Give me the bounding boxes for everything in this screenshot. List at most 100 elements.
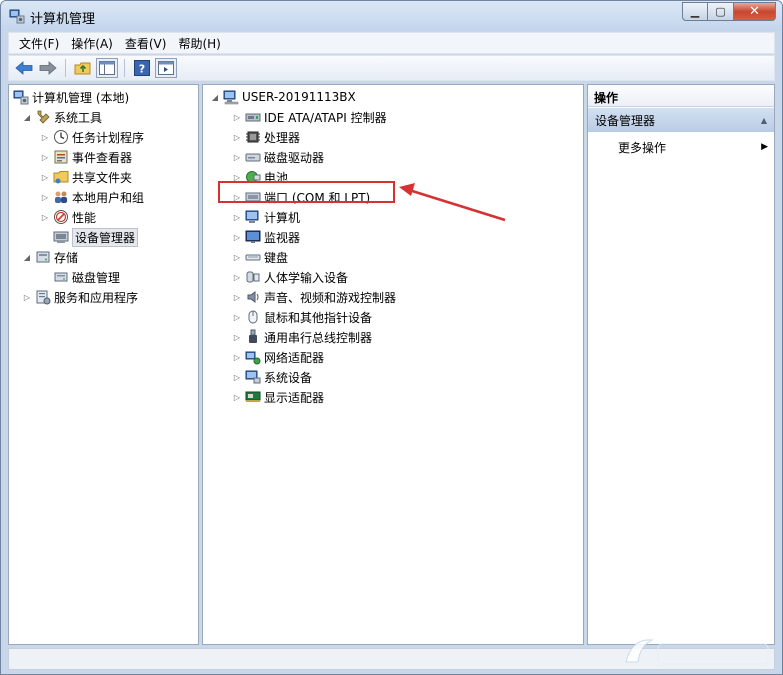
more-actions-label: 更多操作 [618, 140, 667, 155]
expand-arrow-icon[interactable]: ▷ [231, 111, 243, 123]
shared-folder-icon [53, 171, 69, 184]
device-category-item[interactable]: ▷ 监视器 [231, 227, 300, 247]
device-category-item[interactable]: ▷ 人体学输入设备 [231, 267, 348, 287]
expand-arrow-icon[interactable]: ▷ [39, 191, 51, 203]
expand-arrow-icon[interactable]: ▷ [39, 131, 51, 143]
event-viewer-icon [54, 150, 68, 164]
toolbar-separator [65, 59, 66, 77]
console-tree-item[interactable]: ▷ 事件查看器 [39, 147, 132, 167]
device-category-label: 网络适配器 [264, 350, 325, 365]
expand-arrow-icon[interactable]: ◢ [209, 91, 221, 103]
up-level-button[interactable] [72, 58, 94, 78]
console-tree-item[interactable]: ▷ 任务计划程序 [39, 127, 144, 147]
console-tree-item[interactable]: 设备管理器 [39, 227, 139, 247]
expand-arrow-icon[interactable]: ▷ [231, 391, 243, 403]
expand-arrow-icon[interactable]: ▷ [231, 291, 243, 303]
computer-management-icon [13, 90, 29, 105]
device-category-item[interactable]: ▷ 键盘 [231, 247, 288, 267]
expand-arrow-icon[interactable]: ▷ [231, 211, 243, 223]
console-tree-label: 本地用户和组 [72, 190, 145, 205]
window-title: 计算机管理 [30, 12, 96, 27]
expand-arrow-icon[interactable]: ▷ [231, 251, 243, 263]
console-tree-item[interactable]: ▷ 服务和应用程序 [21, 287, 138, 307]
console-tree-item[interactable]: ◢ 存储 [21, 247, 78, 267]
console-tree-item[interactable]: 计算机管理 (本地) [11, 87, 129, 107]
minimize-button[interactable]: ▁ [682, 2, 708, 21]
console-tree-item[interactable]: ▷ 本地用户和组 [39, 187, 144, 207]
actions-section-device-manager[interactable]: 设备管理器 ▲ [588, 108, 774, 132]
computer-management-window: 计算机管理 ▁ ▢ ✕ 文件(F) 操作(A) 查看(V) 帮助(H) ? 计算… [0, 0, 783, 675]
usb-icon [249, 329, 257, 343]
menu-view[interactable]: 查看(V) [119, 35, 173, 52]
show-hide-console-tree-button[interactable] [96, 58, 118, 78]
console-tree-item[interactable]: ▷ 共享文件夹 [39, 167, 132, 187]
disk-management-icon [54, 272, 68, 282]
maximize-icon: ▢ [715, 5, 726, 18]
device-tree-root[interactable]: ◢ USER-20191113BX [209, 87, 356, 107]
users-icon [55, 191, 67, 203]
device-category-label: 显示适配器 [264, 390, 325, 405]
more-actions-item[interactable]: 更多操作 ▶ [618, 137, 768, 157]
close-button[interactable]: ✕ [734, 2, 776, 21]
watermark-logo-icon [625, 639, 769, 665]
device-category-item[interactable]: ▷ 显示适配器 [231, 387, 324, 407]
menu-action[interactable]: 操作(A) [65, 35, 119, 52]
disk-drive-icon [245, 153, 261, 162]
device-category-label: 通用串行总线控制器 [264, 330, 373, 345]
device-category-item[interactable]: ▷ 通用串行总线控制器 [231, 327, 372, 347]
device-category-label: 计算机 [264, 210, 301, 225]
monitor-icon [245, 230, 261, 243]
network-adapter-icon [245, 351, 261, 365]
console-tree-item[interactable]: ◢ 系统工具 [21, 107, 102, 127]
collapse-caret-icon[interactable]: ▲ [761, 116, 767, 125]
expand-arrow-icon[interactable]: ▷ [231, 231, 243, 243]
show-action-pane-button[interactable] [155, 58, 177, 78]
hid-icon [246, 271, 260, 283]
device-category-item[interactable]: ▷ 计算机 [231, 207, 300, 227]
expand-arrow-icon[interactable]: ▷ [231, 371, 243, 383]
expand-arrow-icon[interactable]: ▷ [231, 331, 243, 343]
sound-icon [247, 291, 259, 303]
console-tree-label: 设备管理器 [72, 227, 139, 247]
actions-section-label: 设备管理器 [595, 113, 656, 128]
collapse-arrow-icon[interactable]: ◢ [21, 251, 33, 263]
device-category-item[interactable]: ▷ 网络适配器 [231, 347, 324, 367]
maximize-button[interactable]: ▢ [708, 2, 734, 21]
expand-arrow-icon[interactable]: ▷ [231, 131, 243, 143]
device-category-item[interactable]: ▷ 处理器 [231, 127, 300, 147]
device-category-label: 声音、视频和游戏控制器 [264, 290, 397, 305]
keyboard-icon [245, 254, 261, 261]
device-category-item[interactable]: ▷ 鼠标和其他指针设备 [231, 307, 372, 327]
console-tree-item[interactable]: ▷ 性能 [39, 207, 96, 227]
expand-arrow-icon[interactable]: ▷ [39, 171, 51, 183]
device-category-item[interactable]: ▷ 系统设备 [231, 367, 312, 387]
console-tree-item[interactable]: 磁盘管理 [39, 267, 120, 287]
expand-arrow-icon[interactable]: ▷ [39, 211, 51, 223]
expand-arrow-icon[interactable]: ▷ [21, 291, 33, 303]
expand-arrow-icon[interactable]: ▷ [231, 151, 243, 163]
device-category-item[interactable]: ▷ 声音、视频和游戏控制器 [231, 287, 396, 307]
menu-help[interactable]: 帮助(H) [172, 35, 226, 52]
collapse-arrow-icon[interactable]: ◢ [21, 111, 33, 123]
device-category-label: 鼠标和其他指针设备 [264, 310, 373, 325]
device-category-item[interactable]: ▷ 磁盘驱动器 [231, 147, 324, 167]
forward-button[interactable] [37, 58, 59, 78]
device-category-item[interactable]: ▷ IDE ATA/ATAPI 控制器 [231, 107, 387, 127]
expand-arrow-icon[interactable]: ▷ [231, 311, 243, 323]
expand-arrow-icon[interactable]: ▷ [231, 351, 243, 363]
console-tree-pane[interactable]: 计算机管理 (本地) ◢ 系统工具 ▷ 任务计划程序 ▷ 事件查看器 ▷ 共享文件夹 ▷ 本地用户和… [8, 84, 199, 645]
expand-arrow-icon[interactable]: ▷ [231, 271, 243, 283]
title-bar[interactable]: 计算机管理 ▁ ▢ ✕ [1, 1, 782, 31]
back-button[interactable] [13, 58, 35, 78]
annotation-arrow-icon [399, 183, 506, 222]
tools-icon [37, 110, 50, 124]
menu-file[interactable]: 文件(F) [13, 35, 65, 52]
device-tree-pane[interactable]: ◢ USER-20191113BX ▷ IDE ATA/ATAPI 控制器 ▷ 处理器… [202, 84, 584, 645]
expand-arrow-icon[interactable]: ▷ [39, 151, 51, 163]
help-button[interactable]: ? [131, 58, 153, 78]
performance-icon [54, 210, 68, 224]
device-category-label: 键盘 [264, 250, 289, 265]
services-icon [36, 290, 51, 305]
